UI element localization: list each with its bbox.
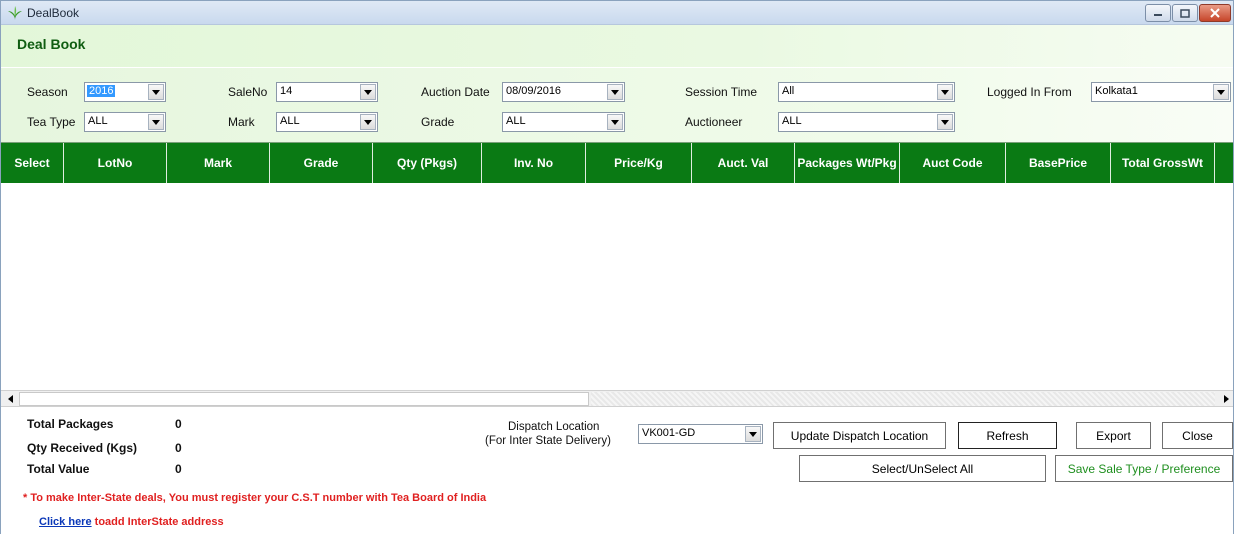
chevron-down-icon <box>148 114 164 130</box>
deal-grid[interactable]: Select LotNo Mark Grade Qty (Pkgs) Inv. … <box>1 142 1233 390</box>
col-grade[interactable]: Grade <box>270 143 373 183</box>
auction-date-label: Auction Date <box>421 85 490 99</box>
maximize-icon <box>1180 8 1190 18</box>
chevron-down-icon <box>607 84 623 100</box>
auction-date-value: 08/09/2016 <box>506 85 562 97</box>
footer-panel: Total Packages 0 Qty Received (Kgs) 0 To… <box>1 407 1233 535</box>
chevron-down-icon <box>745 426 761 442</box>
chevron-right-icon <box>1223 395 1229 403</box>
auctioneer-select[interactable]: ALL <box>778 112 955 132</box>
click-here-link[interactable]: Click here <box>39 516 92 528</box>
minimize-icon <box>1154 14 1162 16</box>
grade-label: Grade <box>421 115 455 129</box>
scroll-thumb[interactable] <box>19 392 589 406</box>
dispatch-location-select[interactable]: VK001-GD <box>638 424 763 444</box>
page-title: Deal Book <box>17 36 86 52</box>
update-dispatch-location-button[interactable]: Update Dispatch Location <box>773 422 946 449</box>
auctioneer-label: Auctioneer <box>685 115 743 129</box>
col-qty[interactable]: Qty (Pkgs) <box>373 143 482 183</box>
session-time-select[interactable]: All <box>778 82 955 102</box>
window-title: DealBook <box>27 6 80 20</box>
col-auct-val[interactable]: Auct. Val <box>692 143 795 183</box>
mark-label: Mark <box>228 115 255 129</box>
total-packages-value: 0 <box>175 417 182 431</box>
qty-received-value: 0 <box>175 441 182 455</box>
col-select[interactable]: Select <box>1 143 64 183</box>
page-header: Deal Book <box>1 25 1233 67</box>
chevron-down-icon <box>607 114 623 130</box>
season-select[interactable]: 2016 <box>84 82 166 102</box>
saleno-label: SaleNo <box>228 85 268 99</box>
chevron-down-icon <box>148 84 164 100</box>
col-lotno[interactable]: LotNo <box>64 143 167 183</box>
logged-in-from-value: Kolkata1 <box>1095 85 1138 97</box>
grade-value: ALL <box>506 115 526 127</box>
saleno-select[interactable]: 14 <box>276 82 378 102</box>
mark-value: ALL <box>280 115 300 127</box>
total-packages-label: Total Packages <box>27 417 114 431</box>
chevron-down-icon <box>937 84 953 100</box>
chevron-down-icon <box>360 84 376 100</box>
scroll-track[interactable] <box>591 392 1215 406</box>
col-mark[interactable]: Mark <box>167 143 270 183</box>
minimize-button[interactable] <box>1145 4 1171 22</box>
logged-in-from-label: Logged In From <box>987 85 1072 99</box>
tea-leaf-icon <box>8 6 22 20</box>
saleno-value: 14 <box>280 85 293 97</box>
chevron-down-icon <box>360 114 376 130</box>
close-window-button[interactable] <box>1199 4 1231 22</box>
season-label: Season <box>27 85 68 99</box>
logged-in-from-select[interactable]: Kolkata1 <box>1091 82 1231 102</box>
inter-state-warning: * To make Inter-State deals, You must re… <box>23 492 487 504</box>
horizontal-scrollbar[interactable] <box>1 390 1233 407</box>
mark-select[interactable]: ALL <box>276 112 378 132</box>
tea-type-label: Tea Type <box>27 115 76 129</box>
auctioneer-value: ALL <box>782 115 802 127</box>
filter-panel: Season 2016 SaleNo 14 Auction Date 08/09… <box>1 67 1233 142</box>
session-time-label: Session Time <box>685 85 758 99</box>
scroll-left-button[interactable] <box>3 392 17 406</box>
tea-type-select[interactable]: ALL <box>84 112 166 132</box>
col-auct-code[interactable]: Auct Code <box>900 143 1006 183</box>
maximize-button[interactable] <box>1172 4 1198 22</box>
session-time-value: All <box>782 85 795 97</box>
chevron-left-icon <box>7 395 13 403</box>
export-button[interactable]: Export <box>1076 422 1151 449</box>
chevron-down-icon <box>1213 84 1229 100</box>
col-total-grosswt[interactable]: Total GrossWt <box>1111 143 1215 183</box>
dispatch-location-label: Dispatch Location <box>508 421 600 433</box>
col-packages-wt[interactable]: Packages Wt/Pkg <box>795 143 900 183</box>
scroll-right-button[interactable] <box>1219 392 1233 406</box>
grid-header: Select LotNo Mark Grade Qty (Pkgs) Inv. … <box>1 143 1233 183</box>
col-price-kg[interactable]: Price/Kg <box>586 143 692 183</box>
dispatch-location-value: VK001-GD <box>642 427 696 439</box>
qty-received-label: Qty Received (Kgs) <box>27 441 138 455</box>
title-bar: DealBook <box>1 1 1233 25</box>
grade-select[interactable]: ALL <box>502 112 625 132</box>
link-suffix-text: toadd InterState address <box>91 516 224 528</box>
dealbook-window: DealBook Deal Book Season 2016 SaleNo 14… <box>0 0 1234 535</box>
col-base-price[interactable]: BasePrice <box>1006 143 1111 183</box>
col-inv-no[interactable]: Inv. No <box>482 143 586 183</box>
dispatch-location-sublabel: (For Inter State Delivery) <box>485 435 611 447</box>
season-value: 2016 <box>87 85 116 97</box>
close-icon <box>1210 8 1220 18</box>
tea-type-value: ALL <box>88 115 108 127</box>
chevron-down-icon <box>937 114 953 130</box>
total-value-value: 0 <box>175 462 182 476</box>
refresh-button[interactable]: Refresh <box>958 422 1057 449</box>
close-button[interactable]: Close <box>1162 422 1233 449</box>
total-value-label: Total Value <box>27 462 90 476</box>
auction-date-select[interactable]: 08/09/2016 <box>502 82 625 102</box>
interstate-link-line: Click here toadd InterState address <box>39 516 224 528</box>
select-unselect-all-button[interactable]: Select/UnSelect All <box>799 455 1046 482</box>
save-sale-type-button[interactable]: Save Sale Type / Preference <box>1055 455 1233 482</box>
